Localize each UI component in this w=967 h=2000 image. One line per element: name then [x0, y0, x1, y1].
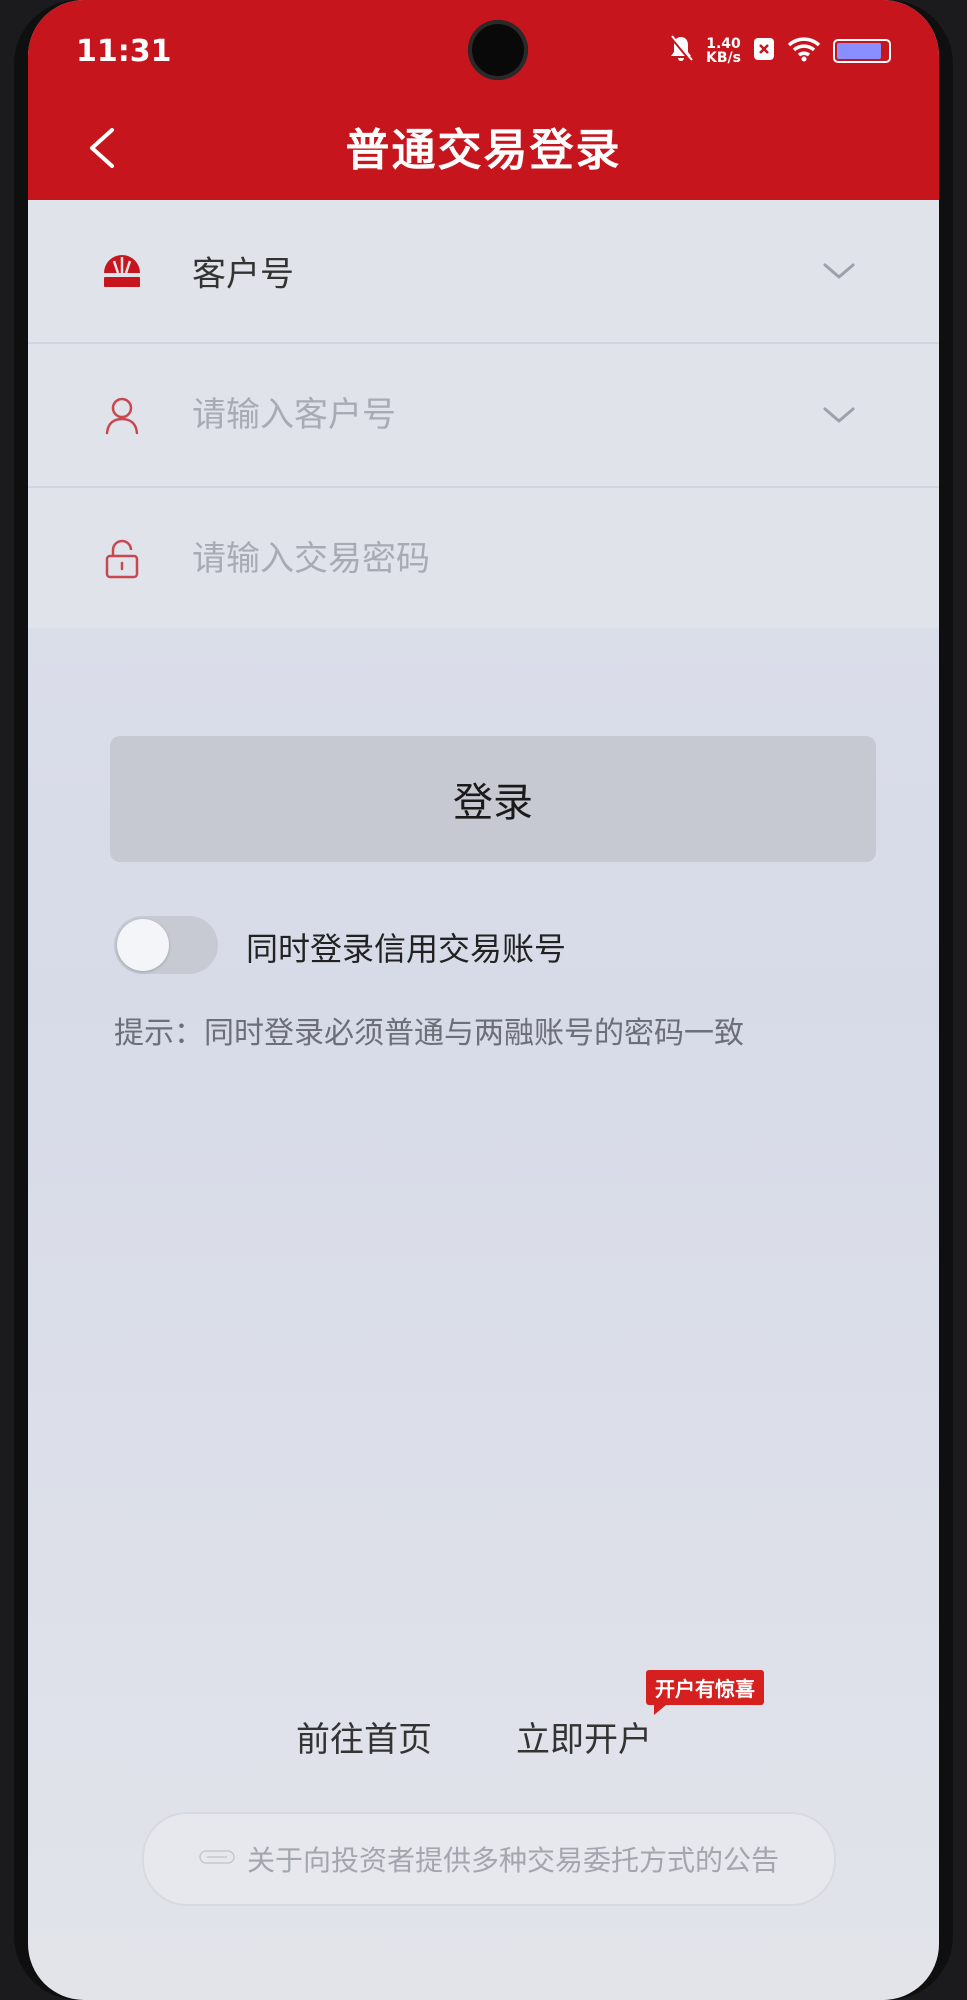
notice-text: 关于向投资者提供多种交易委托方式的公告: [246, 1844, 779, 1877]
credit-login-toggle[interactable]: [114, 916, 218, 974]
status-bar: 11:31 1.40 KB/s: [28, 0, 939, 100]
phone-frame: 11:31 1.40 KB/s 普通交易登录 客户号 请输入客户号 登录 同时登…: [14, 0, 953, 2000]
status-time: 11:31: [76, 34, 172, 69]
chevron-down-icon[interactable]: [821, 403, 857, 427]
broker-logo-icon: [100, 249, 144, 293]
mute-notification-icon: [668, 34, 694, 68]
front-camera: [468, 20, 528, 80]
open-account-badge: 开户有惊喜: [646, 1670, 764, 1715]
login-form: 客户号: [28, 200, 939, 628]
customer-number-row: [28, 342, 939, 486]
login-button[interactable]: 登录: [110, 736, 876, 862]
user-icon: [100, 393, 144, 437]
header: 11:31 1.40 KB/s 普通交易登录: [28, 0, 939, 200]
account-type-row[interactable]: 客户号: [28, 200, 939, 342]
battery-icon: [833, 39, 891, 63]
chevron-down-icon[interactable]: [821, 259, 857, 283]
home-link[interactable]: 前往首页: [296, 1712, 432, 1761]
customer-number-input[interactable]: [192, 387, 792, 443]
screen: 11:31 1.40 KB/s 普通交易登录 客户号 请输入客户号 登录 同时登…: [28, 0, 939, 2000]
hint-text: 提示：同时登录必须普通与两融账号的密码一致: [114, 1016, 744, 1051]
battery-level: [837, 43, 881, 59]
notice-icon: [199, 1848, 235, 1870]
network-speed-value: 1.40: [706, 36, 741, 52]
wifi-icon: [787, 36, 821, 66]
credit-login-label: 同时登录信用交易账号: [246, 930, 567, 968]
network-speed-unit: KB/s: [706, 50, 741, 66]
page-title: 普通交易登录: [345, 125, 622, 176]
footer-links: 前往首页 立即开户: [28, 1712, 939, 1768]
sim-card-icon: [753, 37, 775, 65]
lock-icon: [100, 537, 144, 581]
notice-bar[interactable]: 关于向投资者提供多种交易委托方式的公告: [142, 1812, 836, 1906]
open-account-link[interactable]: 立即开户: [516, 1712, 652, 1761]
toggle-knob: [117, 919, 169, 971]
password-row: [28, 486, 939, 630]
status-icons: 1.40 KB/s: [668, 34, 891, 68]
account-type-label: 客户号: [192, 254, 294, 295]
network-speed: 1.40 KB/s: [706, 37, 741, 65]
password-input[interactable]: [192, 531, 792, 587]
